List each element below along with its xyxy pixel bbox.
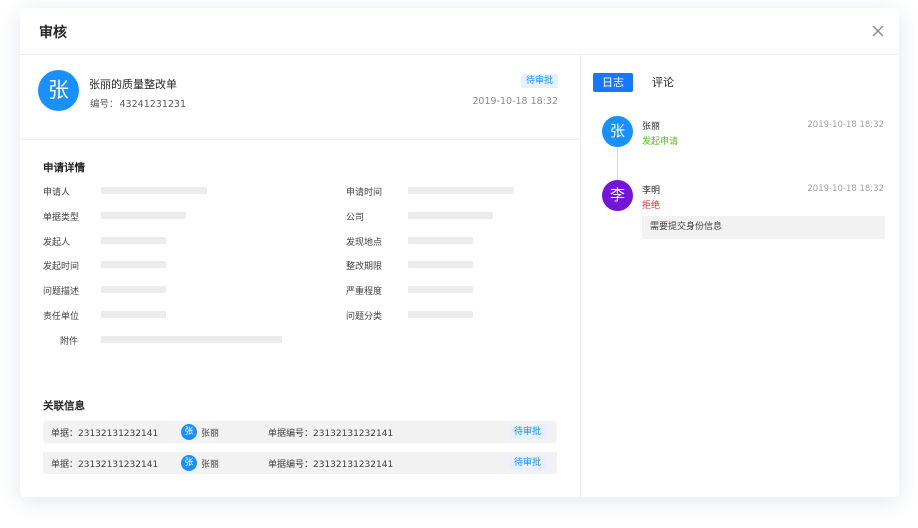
document-number-label: 编号： — [90, 99, 119, 110]
avatar: 张 — [38, 70, 79, 111]
activity-pane: 日志 评论 张 张丽 发起申请 2019-10-18 18:32 李 李明 拒绝… — [580, 55, 899, 497]
log-action: 发起申请 — [642, 137, 679, 147]
log-comment: 需要提交身份信息 — [642, 216, 885, 239]
log-time: 2019-10-18 18:32 — [807, 184, 884, 194]
attachment-placeholder — [101, 336, 282, 343]
avatar: 张 — [181, 424, 197, 440]
document-time: 2019-10-18 18:32 — [472, 96, 558, 107]
field-label-doc-type: 单据类型 — [43, 213, 80, 223]
related-doc-number: 单据编号：23132131232141 — [268, 429, 394, 439]
field-value-placeholder — [408, 212, 493, 219]
field-label-category: 问题分类 — [346, 312, 383, 322]
related-doc-number: 单据编号：23132131232141 — [268, 460, 394, 470]
document-title: 张丽的质量整改单 — [89, 78, 177, 91]
field-value-placeholder — [101, 237, 166, 244]
related-section-title: 关联信息 — [43, 400, 85, 412]
related-row[interactable]: 单据：23132131232141 张 张丽 单据编号：231321312321… — [43, 452, 557, 474]
status-badge: 待审批 — [508, 456, 546, 470]
modal-header: 审核 — [20, 8, 899, 55]
details-section-title: 申请详情 — [43, 162, 85, 174]
field-value-placeholder — [101, 261, 166, 268]
related-row[interactable]: 单据：23132131232141 张 张丽 单据编号：231321312321… — [43, 421, 557, 443]
field-label-location: 发现地点 — [346, 238, 383, 248]
log-time: 2019-10-18 18:32 — [807, 120, 884, 130]
related-user-name: 张丽 — [201, 460, 220, 470]
field-label-initiator: 发起人 — [43, 238, 71, 248]
field-label-apply-time: 申请时间 — [346, 188, 383, 198]
log-user-name: 李明 — [642, 186, 661, 196]
related-doc: 单据：23132131232141 — [51, 460, 159, 470]
field-value-placeholder — [408, 187, 514, 194]
tab-log[interactable]: 日志 — [593, 73, 633, 92]
field-label-deadline: 整改期限 — [346, 262, 383, 272]
document-number: 编号：43241231231 — [89, 96, 186, 110]
modal-title: 审核 — [39, 25, 67, 41]
field-label-initiate-time: 发起时间 — [43, 262, 80, 272]
field-label-applicant: 申请人 — [43, 188, 71, 198]
field-value-placeholder — [101, 212, 186, 219]
field-value-placeholder — [408, 237, 473, 244]
field-value-placeholder — [101, 286, 166, 293]
field-label-attachment[interactable]: 附件 — [60, 334, 78, 347]
document-number-value: 43241231231 — [119, 99, 187, 110]
field-label-responsible-unit: 责任单位 — [43, 312, 80, 322]
status-badge: 待审批 — [508, 425, 546, 439]
field-label-company: 公司 — [346, 213, 365, 223]
tab-comments[interactable]: 评论 — [643, 73, 683, 92]
field-label-problem-desc: 问题描述 — [43, 287, 80, 297]
related-user-name: 张丽 — [201, 429, 220, 439]
status-badge: 待审批 — [520, 74, 558, 88]
avatar: 张 — [602, 116, 633, 147]
avatar: 张 — [181, 455, 197, 471]
field-label-severity: 严重程度 — [346, 287, 383, 297]
log-action: 拒绝 — [642, 201, 661, 211]
field-value-placeholder — [408, 311, 473, 318]
field-value-placeholder — [408, 286, 473, 293]
divider — [20, 139, 580, 140]
audit-modal: 审核 张 张丽的质量整改单 编号：43241231231 待审批 2019-10… — [20, 8, 899, 497]
avatar: 李 — [602, 180, 633, 211]
field-value-placeholder — [101, 187, 207, 194]
detail-pane: 张 张丽的质量整改单 编号：43241231231 待审批 2019-10-18… — [20, 55, 580, 497]
related-doc: 单据：23132131232141 — [51, 429, 159, 439]
log-user-name: 张丽 — [642, 122, 661, 132]
field-value-placeholder — [408, 261, 473, 268]
field-value-placeholder — [101, 311, 166, 318]
close-icon[interactable] — [869, 22, 887, 40]
timeline-connector — [617, 147, 618, 181]
